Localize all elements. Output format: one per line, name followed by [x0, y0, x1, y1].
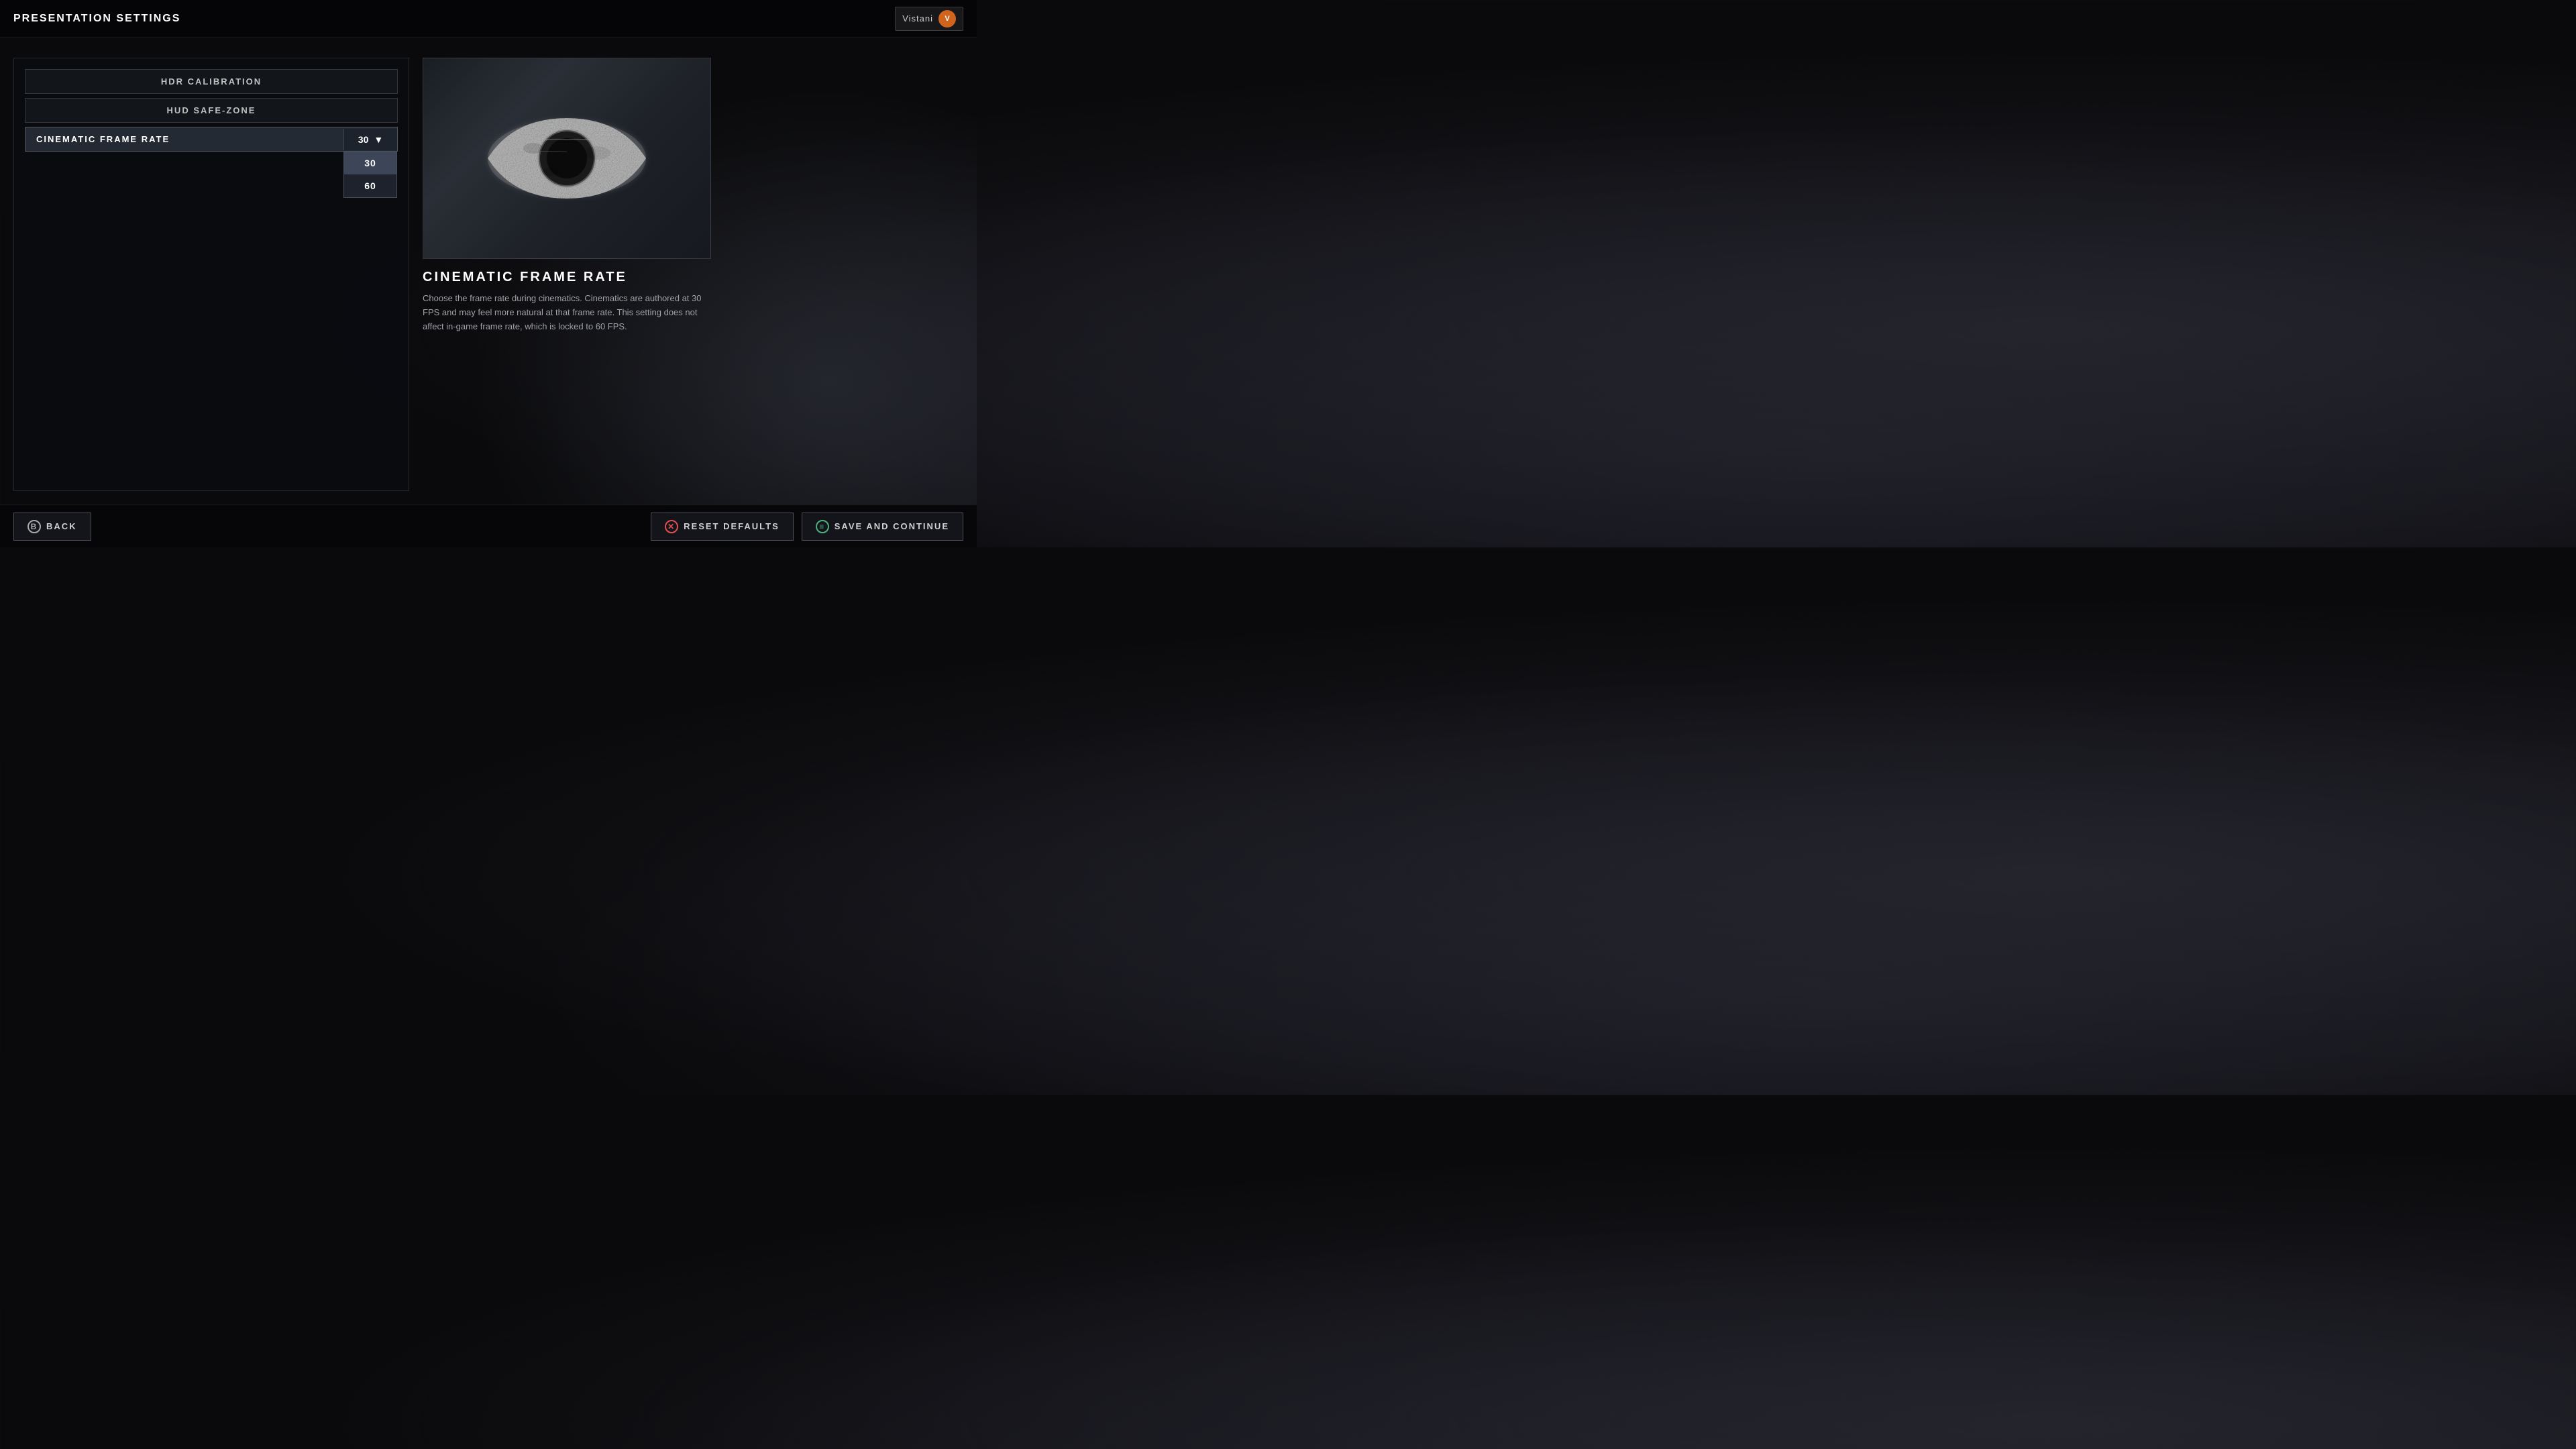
right-panel: CINEMATIC FRAME RATE Choose the frame ra…: [409, 58, 963, 491]
dropdown-selected: 30: [358, 134, 369, 145]
cinematic-frame-rate-row[interactable]: CINEMATIC FRAME RATE 30 ▼ 30 60: [25, 127, 398, 152]
menu-item-hud-safe-zone[interactable]: HUD SAFE-ZONE: [25, 98, 398, 123]
user-info: Vistani V: [895, 7, 963, 31]
main-content: HDR CALIBRATION HUD SAFE-ZONE CINEMATIC …: [0, 38, 977, 504]
back-button-label: BACK: [46, 521, 77, 531]
avatar: V: [938, 10, 956, 28]
header: PRESENTATION SETTINGS Vistani V: [0, 0, 977, 38]
save-continue-button[interactable]: ≡ SAVE AND CONTINUE: [802, 513, 963, 541]
back-button[interactable]: B BACK: [13, 513, 91, 541]
dropdown-popup: 30 60: [343, 151, 397, 198]
menu-item-hdr-calibration[interactable]: HDR CALIBRATION: [25, 69, 398, 94]
preview-image: [423, 58, 711, 259]
save-button-icon: ≡: [816, 520, 829, 533]
reset-button-label: RESET DEFAULTS: [684, 521, 780, 531]
bottom-bar: B BACK ✕ RESET DEFAULTS ≡ SAVE AND CONTI…: [0, 504, 977, 547]
save-button-label: SAVE AND CONTINUE: [835, 521, 949, 531]
right-buttons: ✕ RESET DEFAULTS ≡ SAVE AND CONTINUE: [651, 513, 963, 541]
left-panel: HDR CALIBRATION HUD SAFE-ZONE CINEMATIC …: [13, 58, 409, 491]
back-button-icon: B: [28, 520, 41, 533]
username: Vistani: [902, 13, 933, 23]
dropdown-label: CINEMATIC FRAME RATE: [25, 127, 343, 151]
eye-icon: [480, 105, 654, 212]
dropdown-option-60[interactable]: 60: [344, 174, 396, 197]
setting-title: CINEMATIC FRAME RATE: [423, 270, 963, 285]
dropdown-option-30[interactable]: 30: [344, 152, 396, 174]
eye-icon-container: [480, 105, 654, 212]
page-title: PRESENTATION SETTINGS: [13, 13, 180, 25]
dropdown-value[interactable]: 30 ▼: [343, 129, 397, 150]
reset-button-icon: ✕: [665, 520, 678, 533]
setting-description: Choose the frame rate during cinematics.…: [423, 292, 711, 333]
reset-defaults-button[interactable]: ✕ RESET DEFAULTS: [651, 513, 794, 541]
chevron-down-icon: ▼: [374, 134, 383, 145]
